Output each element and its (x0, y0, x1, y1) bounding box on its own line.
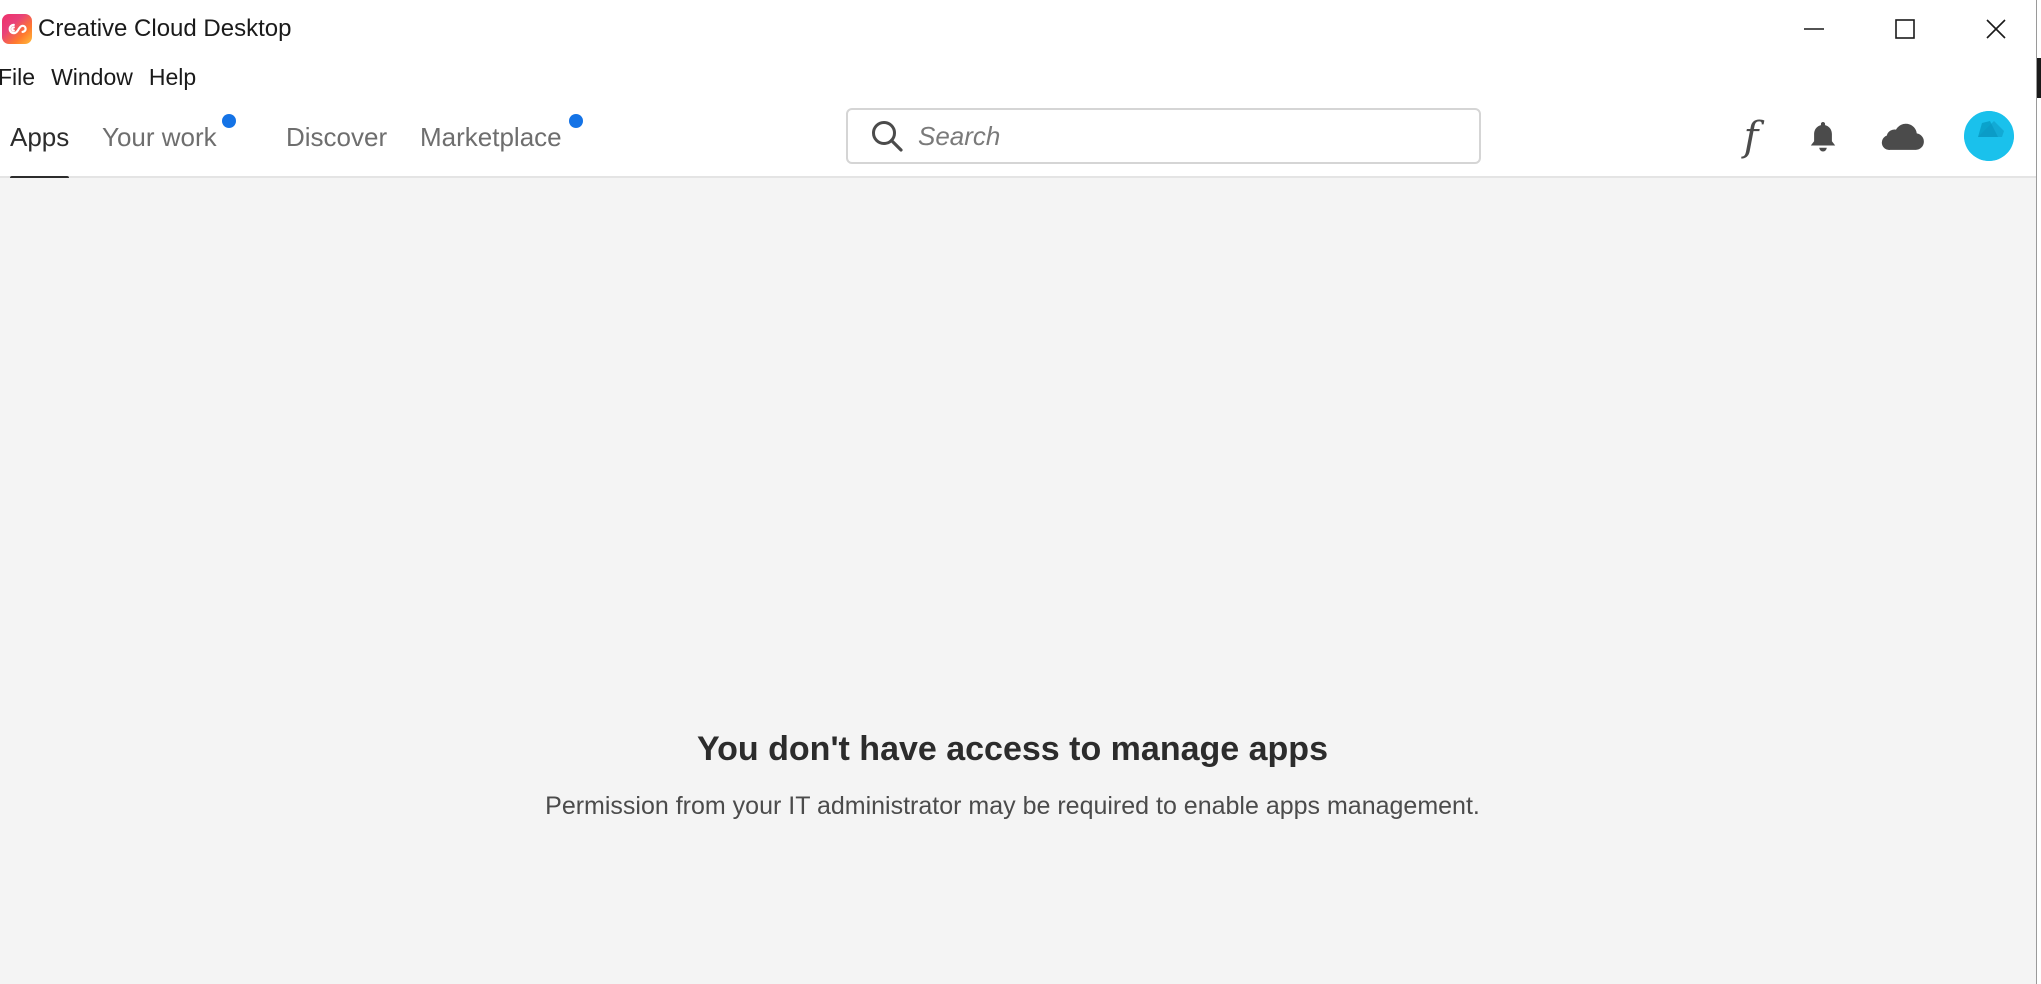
main-content: You don't have access to manage apps Per… (0, 178, 2041, 984)
search-input[interactable] (918, 120, 1458, 152)
tab-discover[interactable]: Discover (286, 96, 387, 178)
window-edge (2036, 0, 2041, 984)
window-edge-shadow (2037, 58, 2041, 98)
empty-state-description: Permission from your IT administrator ma… (545, 792, 1480, 820)
tab-marketplace[interactable]: Marketplace (420, 96, 583, 178)
notification-dot (221, 114, 236, 128)
tab-label: Apps (10, 121, 70, 152)
creative-cloud-window: Creative Cloud Desktop File Window Help … (0, 0, 2041, 984)
cloud-storage-button[interactable] (1876, 96, 1928, 178)
minimize-button[interactable] (1768, 0, 1859, 58)
menu-help[interactable]: Help (149, 58, 196, 96)
maximize-icon (1894, 19, 1915, 39)
menu-bar: File Window Help (0, 58, 2041, 96)
window-controls (1768, 0, 2041, 58)
minimize-icon (1803, 28, 1824, 30)
menu-file[interactable]: File (0, 58, 35, 96)
tab-apps[interactable]: Apps (10, 96, 70, 180)
notifications-button[interactable] (1803, 96, 1843, 178)
search-icon (870, 119, 904, 153)
search-box[interactable] (846, 108, 1481, 164)
title-bar[interactable]: Creative Cloud Desktop (0, 0, 2041, 58)
close-button[interactable] (1950, 0, 2041, 58)
menu-window[interactable]: Window (51, 58, 133, 96)
cloud-icon (1881, 123, 1924, 150)
notification-dot (568, 114, 583, 128)
maximize-button[interactable] (1859, 0, 1950, 58)
tab-label: Marketplace (420, 121, 562, 152)
avatar[interactable] (1964, 111, 2014, 161)
tab-label: Discover (286, 121, 388, 152)
empty-state-title: You don't have access to manage apps (697, 730, 1328, 768)
tab-your-work[interactable]: Your work (102, 96, 236, 178)
close-icon (1985, 19, 2006, 39)
top-navigation: Apps Your work Discover Marketplace Sear… (0, 96, 2041, 180)
bell-icon (1810, 122, 1836, 152)
fonts-icon: f (1743, 114, 1759, 160)
tab-label: Your work (102, 121, 217, 152)
creative-cloud-logo-icon (2, 14, 32, 44)
fonts-button[interactable]: f (1730, 96, 1772, 178)
window-title: Creative Cloud Desktop (38, 15, 292, 42)
